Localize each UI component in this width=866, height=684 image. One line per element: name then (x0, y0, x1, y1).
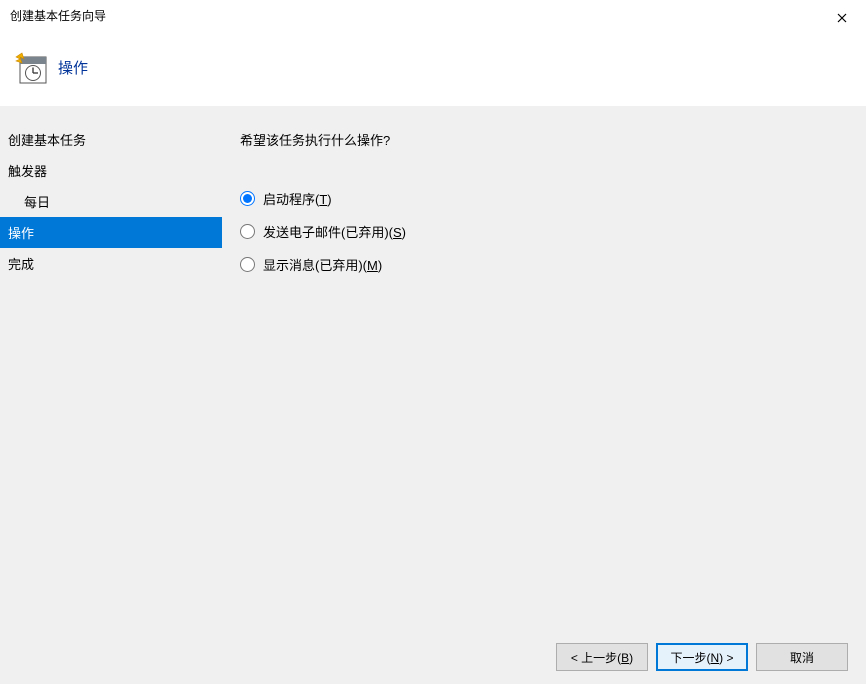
sidebar-item-0[interactable]: 创建基本任务 (0, 124, 222, 155)
radio-label-accel: S (393, 225, 402, 240)
radio-row-start-program[interactable]: 启动程序(T) (240, 189, 848, 208)
footer: < 上一步(B) 下一步(N) > 取消 (0, 630, 866, 684)
main-panel: 希望该任务执行什么操作? 启动程序(T)发送电子邮件(已弃用)(S)显示消息(已… (222, 106, 866, 630)
content-area: 创建基本任务触发器每日操作完成 希望该任务执行什么操作? 启动程序(T) 发送电子… (0, 105, 866, 630)
action-radio-group: 启动程序(T)发送电子邮件(已弃用)(S)显示消息(已弃用)(M) (240, 189, 848, 274)
sidebar-item-label: 每日 (24, 195, 50, 210)
radio-start-program[interactable] (240, 191, 255, 206)
sidebar: 创建基本任务触发器每日操作完成 (0, 106, 222, 630)
back-accel: B (621, 651, 629, 665)
wizard-window: 创建基本任务向导 操作 创建基本任务触发器每日操作完成 希望该任务执行什么操作?… (0, 0, 866, 684)
close-icon (837, 13, 847, 23)
sidebar-item-3[interactable]: 操作 (0, 217, 222, 248)
sidebar-item-2[interactable]: 每日 (0, 186, 222, 217)
radio-label-start-program: 启动程序(T) (263, 189, 332, 208)
radio-label-post: ) (327, 192, 331, 207)
radio-label-pre: 发送电子邮件(已弃用)( (263, 225, 393, 240)
radio-row-show-message[interactable]: 显示消息(已弃用)(M) (240, 255, 848, 274)
radio-show-message[interactable] (240, 257, 255, 272)
header: 操作 (0, 30, 866, 105)
radio-label-show-message: 显示消息(已弃用)(M) (263, 255, 382, 274)
back-button[interactable]: < 上一步(B) (556, 643, 648, 671)
radio-label-send-email: 发送电子邮件(已弃用)(S) (263, 222, 406, 241)
sidebar-item-1[interactable]: 触发器 (0, 155, 222, 186)
page-title: 操作 (58, 57, 88, 78)
radio-label-pre: 启动程序( (263, 192, 319, 207)
close-button[interactable] (830, 6, 854, 30)
cancel-button[interactable]: 取消 (756, 643, 848, 671)
radio-label-pre: 显示消息(已弃用)( (263, 258, 367, 273)
prompt-text: 希望该任务执行什么操作? (240, 130, 848, 149)
next-accel: N (710, 651, 719, 665)
wizard-icon (14, 51, 48, 85)
window-title: 创建基本任务向导 (10, 7, 106, 24)
sidebar-item-label: 触发器 (8, 164, 47, 179)
titlebar: 创建基本任务向导 (0, 0, 866, 30)
radio-label-post: ) (402, 225, 406, 240)
next-label-post: ) > (719, 651, 733, 665)
sidebar-item-4[interactable]: 完成 (0, 248, 222, 279)
radio-label-post: ) (378, 258, 382, 273)
radio-send-email[interactable] (240, 224, 255, 239)
back-label-post: ) (629, 651, 633, 665)
radio-row-send-email[interactable]: 发送电子邮件(已弃用)(S) (240, 222, 848, 241)
sidebar-item-label: 完成 (8, 257, 34, 272)
next-label-pre: 下一步( (670, 651, 710, 665)
sidebar-item-label: 操作 (8, 226, 34, 241)
sidebar-item-label: 创建基本任务 (8, 133, 86, 148)
back-label-pre: < 上一步( (571, 651, 621, 665)
radio-label-accel: M (367, 258, 378, 273)
next-button[interactable]: 下一步(N) > (656, 643, 748, 671)
